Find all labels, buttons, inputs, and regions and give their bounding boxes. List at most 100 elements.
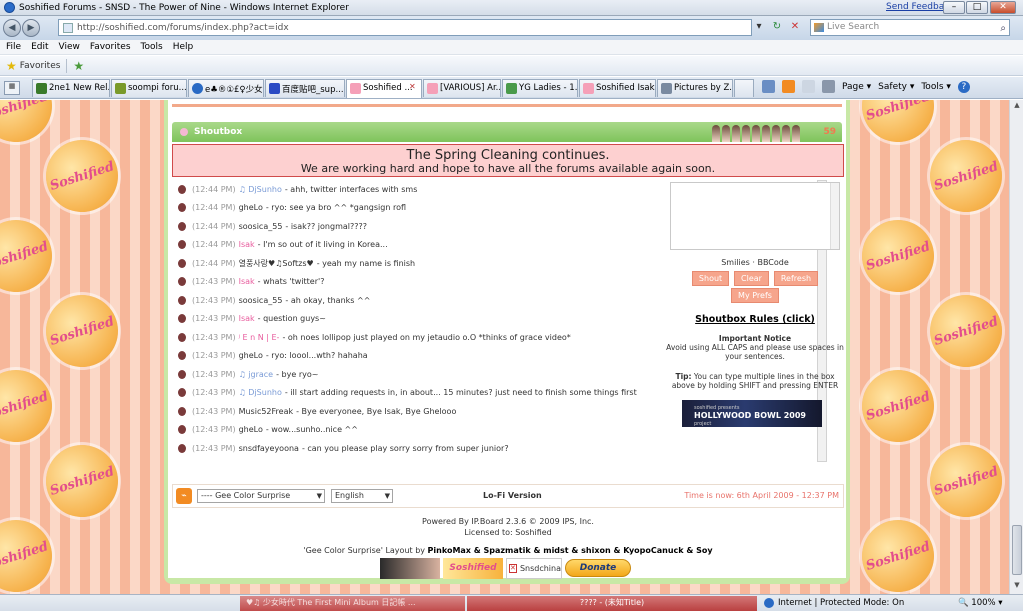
menu-view[interactable]: View bbox=[59, 42, 80, 52]
feeds-icon[interactable] bbox=[782, 80, 795, 93]
language-select[interactable]: English ▼ bbox=[331, 489, 393, 503]
menu-favorites[interactable]: Favorites bbox=[90, 42, 131, 52]
shout-row: (12:43 PM) snsdfayeyoona - can you please … bbox=[178, 441, 509, 455]
page-scrollbar-thumb[interactable] bbox=[1012, 525, 1022, 575]
tab-baidu[interactable]: 百度贴吧_sup... bbox=[265, 79, 345, 97]
tab-label: [VARIOUS] Ar... bbox=[440, 83, 501, 93]
affiliate-banner-snsdchina[interactable]: ✕ Snsdchina bbox=[506, 557, 562, 579]
new-tab-button[interactable] bbox=[734, 79, 754, 97]
command-bar: Page ▾ Safety ▾ Tools ▾ ? bbox=[762, 80, 970, 93]
shout-user[interactable]: gheLo bbox=[239, 351, 263, 360]
scroll-down-icon[interactable]: ▼ bbox=[1011, 581, 1023, 593]
scroll-up-icon[interactable]: ▲ bbox=[1011, 101, 1023, 113]
favorites-button[interactable]: Favorites bbox=[20, 61, 61, 71]
ie-logo-icon bbox=[4, 2, 15, 13]
refresh-button[interactable]: Refresh bbox=[773, 271, 819, 286]
hollywood-bowl-banner[interactable]: soshified presents HOLLYWOOD BOWL 2009 p… bbox=[682, 400, 822, 427]
menu-edit[interactable]: Edit bbox=[31, 42, 48, 52]
refresh-icon[interactable]: ↻ bbox=[770, 20, 784, 34]
forward-button[interactable]: ▶ bbox=[22, 19, 40, 37]
address-url[interactable]: http://soshified.com/forums/index.php?ac… bbox=[77, 23, 289, 33]
skin-select[interactable]: ---- Gee Color Surprise ▼ bbox=[197, 489, 325, 503]
tab-soompi[interactable]: soompi foru... bbox=[111, 79, 187, 97]
tab-pictures[interactable]: Pictures by Z... bbox=[657, 79, 733, 97]
tab-soshified-active[interactable]: Soshified ... ✕ bbox=[346, 79, 422, 98]
shout-user[interactable]: soosica_55 bbox=[239, 222, 283, 231]
print-icon[interactable] bbox=[822, 80, 835, 93]
menu-file[interactable]: File bbox=[6, 42, 21, 52]
shout-button[interactable]: Shout bbox=[691, 271, 730, 286]
shout-user[interactable]: ♫ DjSunho bbox=[239, 388, 282, 397]
maximize-button[interactable]: □ bbox=[966, 1, 988, 14]
tab-various[interactable]: [VARIOUS] Ar... bbox=[423, 79, 501, 97]
back-button[interactable]: ◀ bbox=[3, 19, 21, 37]
address-tools: ▾ ↻ ✕ bbox=[752, 20, 802, 34]
tab-yg-ladies[interactable]: YG Ladies - 1... bbox=[502, 79, 578, 97]
live-search-input[interactable]: Live Search ⌕ bbox=[810, 19, 1010, 36]
shout-user[interactable]: gheLo bbox=[239, 203, 263, 212]
shout-time: (12:43 PM) bbox=[192, 295, 236, 305]
page-menu[interactable]: Page ▾ bbox=[842, 82, 871, 92]
mail-icon[interactable] bbox=[802, 80, 815, 93]
header-banner-image bbox=[712, 122, 822, 142]
page-scrollbar[interactable]: ▲ ▼ bbox=[1009, 100, 1023, 594]
shout-user[interactable]: ♫ DjSunho bbox=[239, 185, 282, 194]
stop-icon[interactable]: ✕ bbox=[788, 20, 802, 34]
shout-user[interactable]: 열풍사랑♥♫Softzs♥ bbox=[239, 258, 314, 269]
shout-time: (12:43 PM) bbox=[192, 277, 236, 286]
shout-list[interactable]: (12:44 PM) ♫ DjSunho - ahh, twitter interf… bbox=[172, 180, 662, 462]
soshified-logo: Soshified bbox=[0, 360, 62, 452]
tab-label: Soshified ... bbox=[363, 83, 413, 93]
rss-icon[interactable]: ⌁ bbox=[176, 488, 192, 504]
shoutbox-rules-link[interactable]: Shoutbox Rules (click) bbox=[666, 314, 844, 325]
tab-2ne1[interactable]: 2ne1 New Rel... bbox=[32, 79, 110, 97]
powered-by-text[interactable]: Powered By IP.Board 2.3.6 © 2009 IPS, In… bbox=[172, 516, 844, 527]
quick-tabs-icon[interactable]: ▦ bbox=[4, 81, 20, 95]
donate-button[interactable]: Donate bbox=[565, 559, 631, 577]
zoom-level[interactable]: 🔍 100% ▾ bbox=[958, 598, 1003, 608]
time-now: Time is now: 6th April 2009 - 12:37 PM bbox=[684, 491, 839, 500]
shout-input-scrollbar[interactable] bbox=[830, 183, 839, 249]
minimize-button[interactable]: – bbox=[943, 1, 965, 14]
taskbar-item-music[interactable]: ♥♫ 少女時代 The First Mini Album 日記帳 ... bbox=[240, 596, 465, 611]
security-zone[interactable]: Internet | Protected Mode: On bbox=[764, 598, 904, 608]
shout-user[interactable]: ʲ E n N | E- bbox=[239, 333, 280, 342]
shout-input[interactable] bbox=[670, 182, 840, 250]
my-prefs-button[interactable]: My Prefs bbox=[731, 288, 779, 303]
go-dropdown-icon[interactable]: ▾ bbox=[752, 20, 766, 34]
clear-button[interactable]: Clear bbox=[734, 271, 769, 286]
lofi-version-link[interactable]: Lo-Fi Version bbox=[483, 491, 542, 500]
smilies-bbcode-links[interactable]: Smilies · BBCode bbox=[666, 258, 844, 267]
shout-user[interactable]: Music52Freak bbox=[239, 407, 294, 416]
add-favorite-icon[interactable]: ★ bbox=[73, 59, 84, 73]
tools-menu[interactable]: Tools ▾ bbox=[921, 82, 951, 92]
soshified-logo: Soshified bbox=[0, 100, 62, 152]
menu-tools[interactable]: Tools bbox=[141, 42, 163, 52]
shout-user[interactable]: soosica_55 bbox=[239, 296, 283, 305]
shout-message: - ryo: see ya bro ^^ *gangsign rofl bbox=[265, 203, 407, 212]
taskbar-item-untitled[interactable]: ???? - (未知Title) bbox=[467, 596, 757, 611]
shout-row: (12:43 PM) gheLo - wow...sunho..nice ^^ bbox=[178, 423, 358, 437]
soshified-logo: Soshified bbox=[852, 100, 944, 152]
search-icon[interactable]: ⌕ bbox=[1000, 21, 1006, 36]
menu-help[interactable]: Help bbox=[173, 42, 194, 52]
shout-user[interactable]: snsdfayeyoona bbox=[239, 444, 299, 453]
shout-user[interactable]: ♫ jgrace bbox=[239, 370, 274, 379]
shout-time: (12:44 PM) bbox=[192, 258, 236, 268]
tab-soshified-isak[interactable]: Soshified Isak... bbox=[579, 79, 656, 97]
address-bar[interactable]: http://soshified.com/forums/index.php?ac… bbox=[58, 19, 752, 36]
tab-close-icon[interactable]: ✕ bbox=[409, 82, 419, 92]
shout-user[interactable]: Isak bbox=[239, 314, 255, 323]
close-button[interactable]: ✕ bbox=[990, 1, 1016, 14]
home-icon[interactable] bbox=[762, 80, 775, 93]
safety-menu[interactable]: Safety ▾ bbox=[878, 82, 914, 92]
shout-user[interactable]: Isak bbox=[239, 240, 255, 249]
important-notice-title: Important Notice bbox=[718, 334, 792, 343]
tab-snsd-forum[interactable]: e♣®①£♀少女... bbox=[188, 79, 264, 97]
shout-user[interactable]: Isak bbox=[239, 277, 255, 286]
favorites-star-icon[interactable]: ★ bbox=[6, 59, 17, 73]
help-icon[interactable]: ? bbox=[957, 80, 970, 93]
shout-user[interactable]: gheLo bbox=[239, 425, 263, 434]
affiliate-banner-photo[interactable] bbox=[380, 557, 440, 579]
affiliate-banner-soshified[interactable]: Soshified bbox=[443, 557, 503, 579]
